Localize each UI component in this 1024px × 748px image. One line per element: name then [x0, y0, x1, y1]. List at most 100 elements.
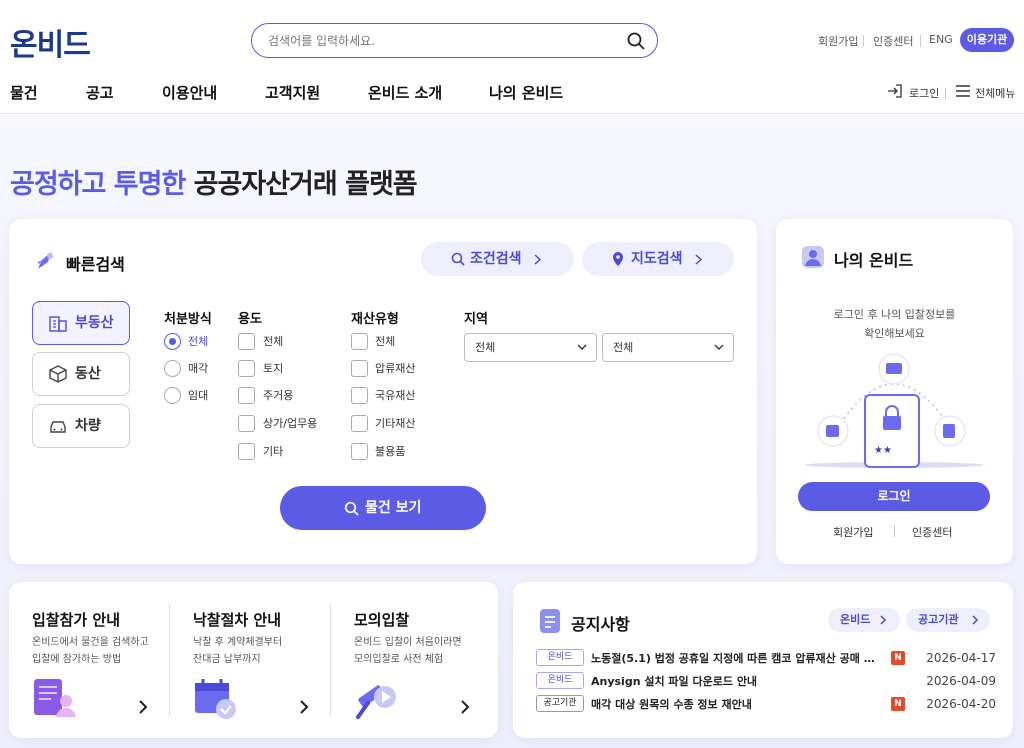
nav-item-notice[interactable]: 공고 [86, 82, 114, 103]
cert-center-link[interactable]: 인증센터 [873, 33, 913, 49]
notice-text[interactable]: 매각 대상 원목의 수종 정보 재안내 [591, 696, 883, 712]
checkbox[interactable] [238, 443, 255, 460]
new-badge: N [891, 651, 905, 665]
region-select-1[interactable]: 전체 [464, 333, 597, 362]
chevron-right-icon [695, 254, 703, 265]
property-option-national[interactable]: 국유재산 [351, 387, 415, 405]
disposal-option-sale[interactable]: 매각 [164, 360, 208, 378]
chevron-right-icon [300, 700, 309, 714]
eng-link[interactable]: ENG [929, 33, 953, 46]
all-menu-link[interactable]: 전체메뉴 [975, 85, 1015, 101]
quick-search-card: 빠른검색 조건검색 지도검색 부동산 동산 차량 처분방식 전체 매각 임대 용… [9, 219, 757, 564]
guide-mock-bid[interactable]: 모의입찰 온비드 입찰이 처음이라면 모의입찰로 사전 체험 [354, 582, 484, 738]
my-onbid-signup-link[interactable]: 회원가입 [833, 524, 873, 540]
checkbox[interactable] [238, 333, 255, 350]
checkbox[interactable] [238, 360, 255, 377]
my-onbid-cert-link[interactable]: 인증센터 [912, 524, 952, 540]
radio[interactable] [164, 387, 181, 404]
region-select-2[interactable]: 전체 [602, 333, 734, 362]
usage-option-land[interactable]: 토지 [238, 360, 283, 378]
user-profile-icon [802, 246, 824, 268]
notice-row[interactable]: 공고기관 매각 대상 원목의 수종 정보 재안내 N 2026-04-20 [536, 694, 996, 714]
guide-bid-participation[interactable]: 입찰참가 안내 온비드에서 물건을 검색하고 입찰에 참가하는 방법 [32, 582, 172, 738]
nav-item-about[interactable]: 온비드 소개 [368, 82, 442, 103]
category-movable[interactable]: 동산 [32, 352, 130, 396]
map-pin-icon [613, 252, 623, 266]
condition-search-button[interactable]: 조건검색 [421, 242, 574, 276]
usage-label: 용도 [238, 312, 262, 327]
usage-option-etc[interactable]: 기타 [238, 443, 283, 461]
checkbox[interactable] [351, 443, 368, 460]
checkbox[interactable] [238, 387, 255, 404]
disposal-option-all[interactable]: 전체 [164, 333, 208, 351]
category-vehicle[interactable]: 차량 [32, 404, 130, 448]
guide-award-process[interactable]: 낙찰절차 안내 낙찰 후 계약체결부터 잔대금 납부까지 [193, 582, 333, 738]
property-option-seized[interactable]: 압류재산 [351, 360, 415, 378]
guide-title: 낙찰절차 안내 [193, 611, 282, 629]
chevron-right-icon [880, 615, 887, 625]
map-search-button[interactable]: 지도검색 [582, 242, 734, 276]
document-user-icon [34, 679, 76, 717]
agency-button[interactable]: 이용기관 [960, 28, 1014, 52]
notice-text[interactable]: Anysign 설치 파일 다운로드 안내 [591, 673, 883, 689]
notice-row[interactable]: 온비드 노동절(5.1) 법정 공휴일 지정에 따른 캠코 압류재산 공매 일정… [536, 648, 996, 668]
gavel-play-icon [356, 685, 396, 719]
notice-document-icon [540, 609, 560, 633]
notice-tag: 온비드 [536, 672, 584, 689]
calendar-check-icon [195, 679, 236, 719]
notice-date: 2026-04-17 [926, 651, 996, 665]
guide-card: 입찰참가 안내 온비드에서 물건을 검색하고 입찰에 참가하는 방법 낙찰절차 안… [9, 582, 498, 738]
notice-text[interactable]: 노동절(5.1) 법정 공휴일 지정에 따른 캠코 압류재산 공매 일정 변경 … [591, 650, 883, 666]
view-items-button[interactable]: 물건 보기 [280, 486, 486, 530]
divider [920, 35, 921, 47]
my-onbid-login-button[interactable]: 로그인 [798, 482, 990, 511]
usage-option-residential[interactable]: 주거용 [238, 387, 293, 405]
notice-row[interactable]: 온비드 Anysign 설치 파일 다운로드 안내 2026-04-09 [536, 671, 996, 691]
notice-date: 2026-04-09 [926, 674, 996, 688]
guide-title: 입찰참가 안내 [32, 611, 121, 629]
property-option-other[interactable]: 기타재산 [351, 415, 415, 433]
usage-option-commercial[interactable]: 상가/업무용 [238, 415, 317, 433]
new-badge: N [891, 697, 905, 711]
category-real-estate[interactable]: 부동산 [32, 301, 130, 345]
divider [894, 525, 895, 537]
svg-text:★★: ★★ [874, 445, 892, 456]
property-option-unused[interactable]: 불용품 [351, 443, 405, 461]
hamburger-menu-icon [956, 85, 970, 97]
guide-desc: 낙찰 후 계약체결부터 잔대금 납부까지 [193, 637, 283, 665]
login-icon [888, 84, 902, 98]
checkbox[interactable] [351, 333, 368, 350]
property-type-label: 재산유형 [351, 312, 399, 327]
divider [169, 604, 170, 716]
radio[interactable] [164, 333, 181, 350]
my-onbid-title: 나의 온비드 [834, 251, 914, 270]
checkbox[interactable] [238, 415, 255, 432]
search-input[interactable] [268, 31, 608, 51]
checkbox[interactable] [351, 415, 368, 432]
usage-option-all[interactable]: 전체 [238, 333, 283, 351]
nav-item-guide[interactable]: 이용안내 [162, 82, 217, 103]
divider [945, 88, 946, 100]
quick-search-title: 빠른검색 [66, 255, 125, 274]
checkbox[interactable] [351, 387, 368, 404]
nav-item-my-onbid[interactable]: 나의 온비드 [489, 82, 563, 103]
checkbox[interactable] [351, 360, 368, 377]
onbid-logo[interactable]: 온비드 [10, 20, 91, 64]
property-option-all[interactable]: 전체 [351, 333, 395, 351]
notice-tab-onbid[interactable]: 온비드 [828, 608, 900, 632]
search-icon[interactable] [627, 32, 645, 50]
region-label: 지역 [464, 312, 488, 327]
nav-item-support[interactable]: 고객지원 [265, 82, 320, 103]
radio[interactable] [164, 360, 181, 377]
search-icon [451, 252, 465, 266]
notice-tag: 공고기관 [536, 695, 584, 712]
signup-link[interactable]: 회원가입 [818, 33, 858, 49]
chevron-right-icon [461, 700, 470, 714]
notice-tab-agency[interactable]: 공고기관 [906, 608, 990, 632]
notice-card: 공지사항 온비드 공고기관 온비드 노동절(5.1) 법정 공휴일 지정에 따른… [513, 582, 1013, 738]
nav-item-items[interactable]: 물건 [10, 82, 38, 103]
page-headline: 공정하고 투명한 공공자산거래 플랫폼 [10, 169, 418, 200]
login-link[interactable]: 로그인 [909, 85, 939, 101]
disposal-label: 처분방식 [164, 312, 212, 327]
disposal-option-lease[interactable]: 임대 [164, 387, 208, 405]
